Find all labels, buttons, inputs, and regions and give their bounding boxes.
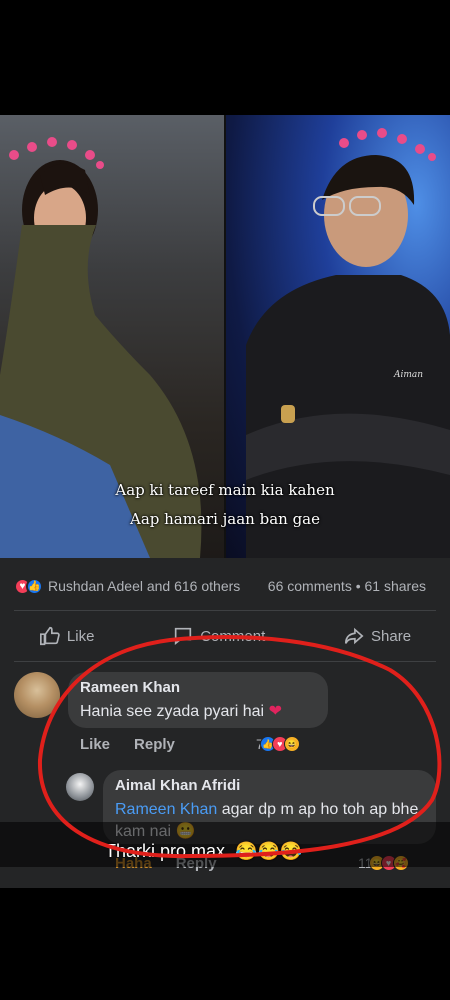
- reactions-row: ♥ 👍 Rushdan Adeel and 616 others 66 comm…: [14, 575, 444, 597]
- divider: [14, 661, 436, 662]
- comment-reply-button[interactable]: Reply: [134, 736, 175, 753]
- thumbs-up-icon: [39, 626, 60, 646]
- haha-reaction-icon: 😆: [283, 736, 300, 752]
- reaction-summary[interactable]: Rushdan Adeel and 616 others: [48, 578, 240, 594]
- share-icon: [344, 627, 364, 645]
- share-button[interactable]: Share: [343, 625, 411, 647]
- heart-emoji: ❤: [268, 703, 282, 720]
- avatar[interactable]: [14, 672, 60, 718]
- caption-line-2: Aap hamari jaan ban gae: [129, 510, 320, 528]
- overlay-caption: Tharki pro max..😂😂😂: [105, 841, 303, 861]
- avatar[interactable]: [66, 773, 94, 801]
- like-reaction-icon[interactable]: 👍: [26, 577, 43, 595]
- stats-separator: •: [355, 578, 361, 594]
- comment-like-button[interactable]: Like: [80, 736, 110, 753]
- like-button-label: Like: [66, 627, 95, 645]
- comment-text: Hania see zyada pyari hai ❤: [80, 703, 282, 720]
- post-photo[interactable]: Aiman Aap ki tareef main kia kahen Aap h…: [0, 115, 450, 558]
- caption-line-1: Aap ki tareef main kia kahen: [115, 481, 335, 499]
- share-button-label: Share: [371, 627, 412, 645]
- like-button[interactable]: Like: [39, 625, 95, 647]
- comment-icon: [175, 627, 192, 646]
- shirt-watermark: Aiman: [393, 370, 423, 380]
- share-count[interactable]: 61 shares: [365, 578, 426, 594]
- comment-author[interactable]: Aimal Khan Afridi: [115, 777, 424, 795]
- comment-button-label: Comment: [200, 627, 266, 645]
- comment-button[interactable]: Comment: [172, 625, 265, 647]
- post-stats[interactable]: 66 comments • 61 shares: [268, 578, 444, 594]
- comment-actions: Like Reply: [80, 736, 175, 753]
- post-actions: Like Comment Share: [0, 620, 450, 652]
- comment-reaction-count[interactable]: 7 👍 ♥ 😆: [256, 736, 300, 752]
- divider: [14, 610, 436, 611]
- comment-author[interactable]: Rameen Khan: [80, 679, 316, 697]
- comment-count[interactable]: 66 comments: [268, 578, 352, 594]
- mention-link[interactable]: Rameen Khan: [115, 801, 217, 818]
- comment-bubble[interactable]: Rameen Khan Hania see zyada pyari hai ❤: [68, 672, 328, 728]
